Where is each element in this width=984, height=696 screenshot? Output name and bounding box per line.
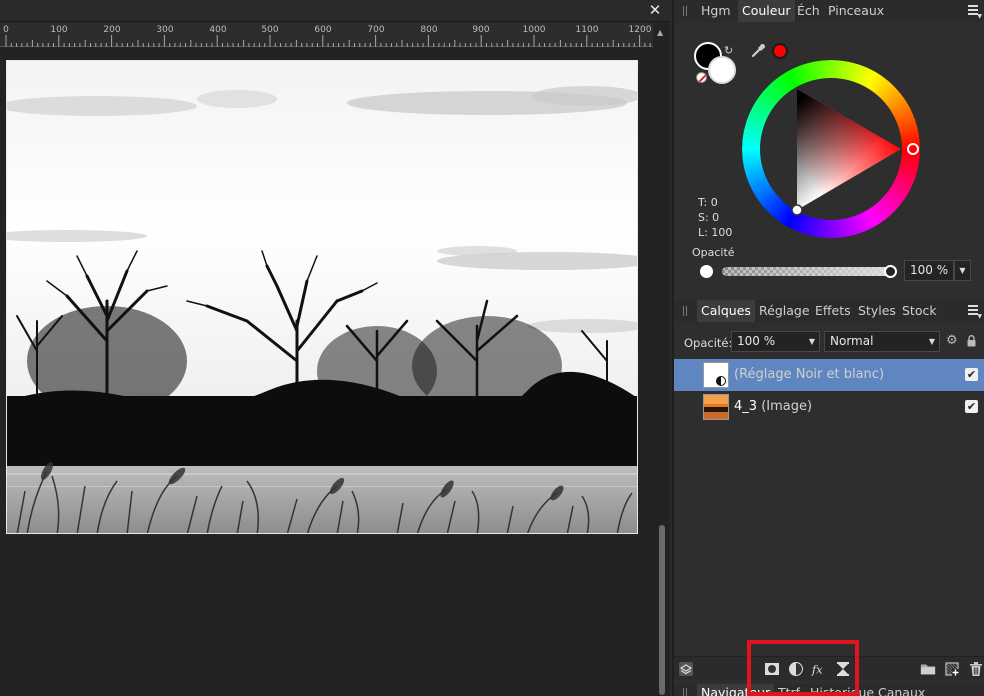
tab-stock[interactable]: Stock	[898, 300, 941, 322]
trash-icon[interactable]	[968, 661, 984, 677]
color-opacity-slider-knob[interactable]	[884, 265, 897, 278]
layer-row[interactable]: 4_3 (Image) ✔	[674, 391, 984, 423]
panel-grip-icon[interactable]	[683, 6, 687, 16]
tab-ech[interactable]: Éch	[793, 0, 824, 22]
current-color-dot[interactable]	[772, 43, 788, 59]
close-document-icon[interactable]: ✕	[646, 1, 664, 19]
ruler-label: 200	[103, 25, 121, 35]
gear-icon[interactable]: ⚙	[946, 334, 959, 347]
ruler-label: 0	[3, 25, 9, 35]
tab-pinceaux[interactable]: Pinceaux	[824, 0, 888, 22]
lock-icon[interactable]	[967, 335, 976, 347]
fx-icon[interactable]: fx	[811, 661, 827, 677]
tab-ttrf[interactable]: Ttrf	[774, 684, 804, 696]
ruler-label: 1000	[522, 25, 546, 35]
folder-icon[interactable]	[920, 661, 936, 677]
tab-hgm[interactable]: Hgm	[697, 0, 735, 22]
layer-opacity-label: Opacité:	[684, 336, 733, 350]
layer-name: (Réglage Noir et blanc)	[734, 367, 884, 382]
layer-opacity-value: 100 %	[737, 334, 776, 348]
color-opacity-field[interactable]: 100 %	[904, 260, 954, 281]
layer-visibility-checkbox[interactable]: ✔	[965, 368, 978, 381]
ruler-label: 500	[261, 25, 279, 35]
ruler-label: 100	[50, 25, 68, 35]
layer-name: 4_3 (Image)	[734, 399, 812, 414]
svg-text:fx: fx	[811, 662, 823, 676]
panel-grip-icon[interactable]	[683, 306, 687, 316]
tab-reglage[interactable]: Réglage	[755, 300, 814, 322]
panel-menu-icon[interactable]: ▼	[968, 303, 982, 320]
color-opacity-slider[interactable]	[722, 267, 894, 276]
ruler-label: 300	[156, 25, 174, 35]
layers-icon[interactable]	[678, 661, 694, 677]
layer-opacity-field[interactable]: 100 % ▼	[731, 331, 820, 352]
adjustment-layer-thumbnail	[703, 362, 729, 388]
tab-styles[interactable]: Styles	[854, 300, 900, 322]
color-opacity-label: Opacité	[692, 246, 735, 259]
hue-value: T: 0	[698, 196, 718, 209]
ruler-label: 600	[314, 25, 332, 35]
layers-panel-tabs: Calques Réglage Effets Styles Stock ▼	[674, 300, 984, 322]
swap-colors-icon[interactable]: ↻	[724, 44, 736, 57]
lightness-value: L: 100	[698, 226, 733, 239]
add-layer-icon[interactable]	[944, 661, 960, 677]
ruler-label: 1200	[628, 25, 652, 35]
layer-type: (Image)	[761, 399, 813, 414]
live-filter-icon[interactable]	[835, 661, 851, 677]
horizontal-ruler[interactable]: 0 100 200 300 400 500 600 700 800 900 10…	[0, 23, 653, 47]
scroll-up-icon[interactable]: ▲	[657, 28, 667, 38]
no-color-icon[interactable]	[696, 72, 707, 83]
blend-mode-select[interactable]: Normal ▼	[824, 331, 940, 352]
mask-icon[interactable]	[764, 661, 780, 677]
layer-row[interactable]: (Réglage Noir et blanc) ✔	[674, 359, 984, 391]
navigator-panel-tabs: Navigateur Ttrf Historique Canaux	[674, 684, 984, 696]
tab-effets[interactable]: Effets	[811, 300, 855, 322]
panel-grip-icon[interactable]	[683, 688, 687, 696]
ruler-label: 800	[420, 25, 438, 35]
right-panels: Hgm Couleur Éch Pinceaux ▼ ↻ T: 0 S: 0 L…	[672, 0, 984, 696]
stroke-color-swatch[interactable]	[708, 56, 736, 84]
canvas-area: ✕ 0 100 200 300 400 500 600 700 800 900 …	[0, 0, 670, 696]
tab-historique[interactable]: Historique	[806, 684, 878, 696]
black-white-adjust-icon	[716, 376, 726, 386]
color-panel: ↻ T: 0 S: 0 L: 100 Opacité 100 % ▼	[674, 22, 984, 297]
ruler-label: 400	[209, 25, 227, 35]
adjustment-icon[interactable]	[788, 661, 804, 677]
layer-visibility-checkbox[interactable]: ✔	[965, 400, 978, 413]
vertical-scrollbar[interactable]	[657, 48, 667, 696]
tab-couleur[interactable]: Couleur	[738, 0, 795, 22]
color-wheel[interactable]	[742, 60, 920, 238]
blend-mode-value: Normal	[830, 334, 874, 348]
ruler-label: 700	[367, 25, 385, 35]
scrollbar-thumb[interactable]	[659, 525, 665, 695]
saturation-value: S: 0	[698, 211, 720, 224]
document-tab-bar: ✕	[0, 0, 670, 22]
tab-calques[interactable]: Calques	[697, 300, 755, 322]
layer-options-bar: Opacité: 100 % ▼ Normal ▼ ⚙	[674, 327, 984, 357]
ruler-label: 1100	[575, 25, 599, 35]
panel-menu-icon[interactable]: ▼	[968, 3, 982, 20]
color-panel-tabs: Hgm Couleur Éch Pinceaux ▼	[674, 0, 984, 22]
opacity-min-dot[interactable]	[700, 265, 713, 278]
layer-type: (Réglage Noir et blanc)	[734, 367, 885, 382]
chevron-down-icon: ▼	[928, 337, 935, 346]
color-opacity-dropdown-icon[interactable]: ▼	[954, 260, 971, 281]
ruler-label: 900	[472, 25, 490, 35]
bw-landscape-photo	[7, 61, 637, 533]
sunset-thumbnail	[704, 395, 728, 419]
tab-canaux[interactable]: Canaux	[874, 684, 929, 696]
document-image[interactable]	[6, 60, 638, 534]
image-layer-thumbnail	[703, 394, 729, 420]
layer-title: 4_3	[734, 399, 758, 414]
layers-footer-toolbar: fx	[674, 656, 984, 680]
tab-navigateur[interactable]: Navigateur	[697, 684, 775, 696]
chevron-down-icon: ▼	[808, 337, 815, 346]
color-picker-icon[interactable]	[750, 43, 766, 59]
